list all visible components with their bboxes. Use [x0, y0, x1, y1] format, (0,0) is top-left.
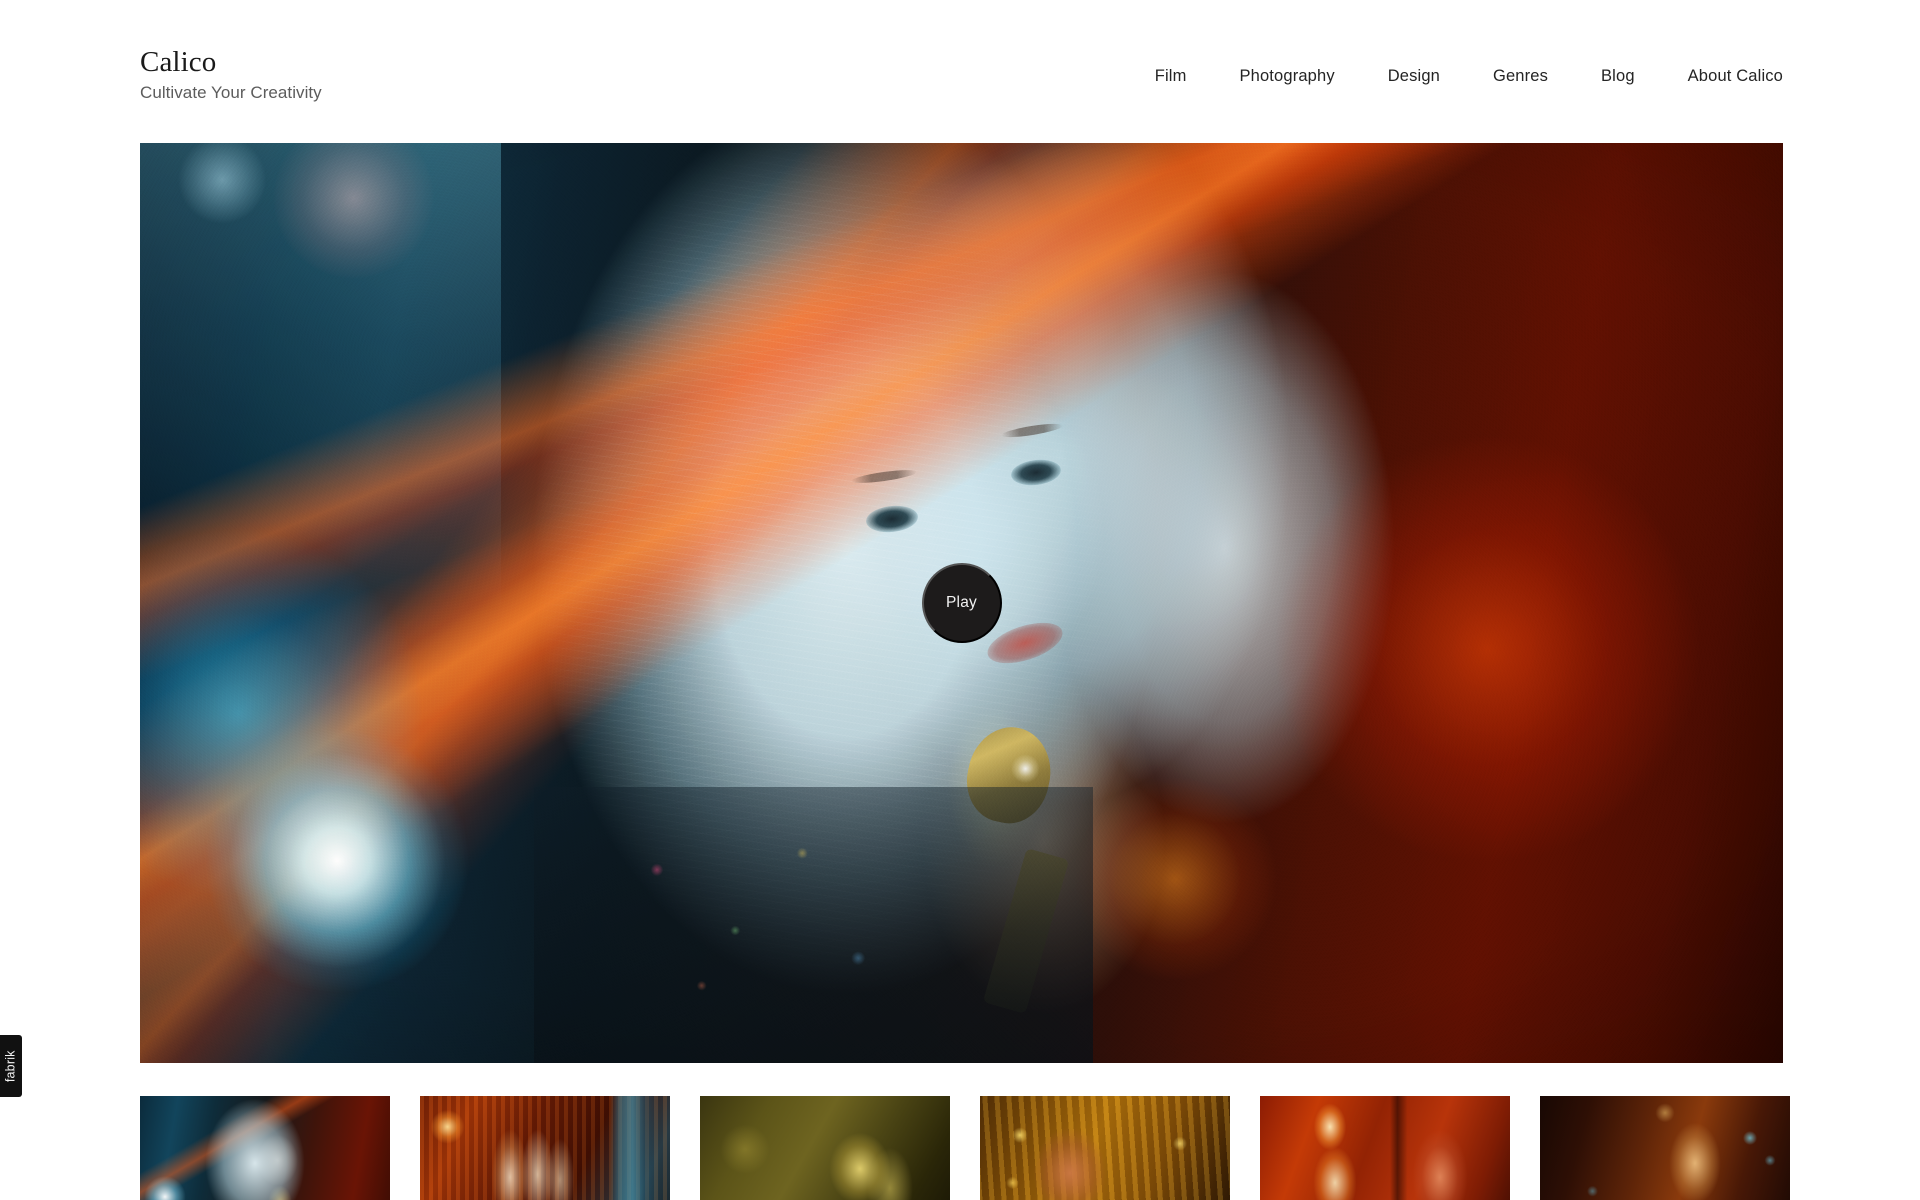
thumbnail-image-4 — [980, 1096, 1230, 1200]
nav-item-genres[interactable]: Genres — [1493, 61, 1548, 92]
thumbnail-item[interactable] — [140, 1096, 390, 1200]
thumbnail-item[interactable] — [420, 1096, 670, 1200]
thumbnail-item[interactable] — [700, 1096, 950, 1200]
thumbnail-image-5 — [1260, 1096, 1510, 1200]
page-root: Calico Cultivate Your Creativity Film Ph… — [0, 0, 1920, 1200]
site-logo-title[interactable]: Calico — [140, 46, 322, 78]
main-navigation: Film Photography Design Genres Blog Abou… — [1155, 51, 1783, 92]
fabrik-badge-label: fabrik — [3, 1050, 18, 1082]
nav-item-design[interactable]: Design — [1388, 61, 1440, 92]
nav-item-film[interactable]: Film — [1155, 61, 1187, 92]
thumbnail-image-2 — [420, 1096, 670, 1200]
fabrik-badge[interactable]: fabrik — [0, 1035, 22, 1097]
brand-block[interactable]: Calico Cultivate Your Creativity — [140, 40, 322, 103]
nav-item-blog[interactable]: Blog — [1601, 61, 1635, 92]
hero-video-player[interactable]: Play — [140, 143, 1783, 1063]
thumbnail-item[interactable] — [980, 1096, 1230, 1200]
nav-item-about-calico[interactable]: About Calico — [1688, 61, 1783, 92]
thumbnail-carousel — [140, 1096, 1790, 1200]
thumbnail-image-1 — [140, 1096, 390, 1200]
site-header: Calico Cultivate Your Creativity Film Ph… — [140, 0, 1783, 143]
thumbnail-item[interactable] — [1540, 1096, 1790, 1200]
site-tagline: Cultivate Your Creativity — [140, 82, 322, 102]
thumbnail-item[interactable] — [1260, 1096, 1510, 1200]
thumbnail-image-3 — [700, 1096, 950, 1200]
nav-item-photography[interactable]: Photography — [1240, 61, 1335, 92]
play-button-label: Play — [946, 594, 977, 612]
thumbnail-image-6 — [1540, 1096, 1790, 1200]
play-button[interactable]: Play — [921, 563, 1002, 643]
